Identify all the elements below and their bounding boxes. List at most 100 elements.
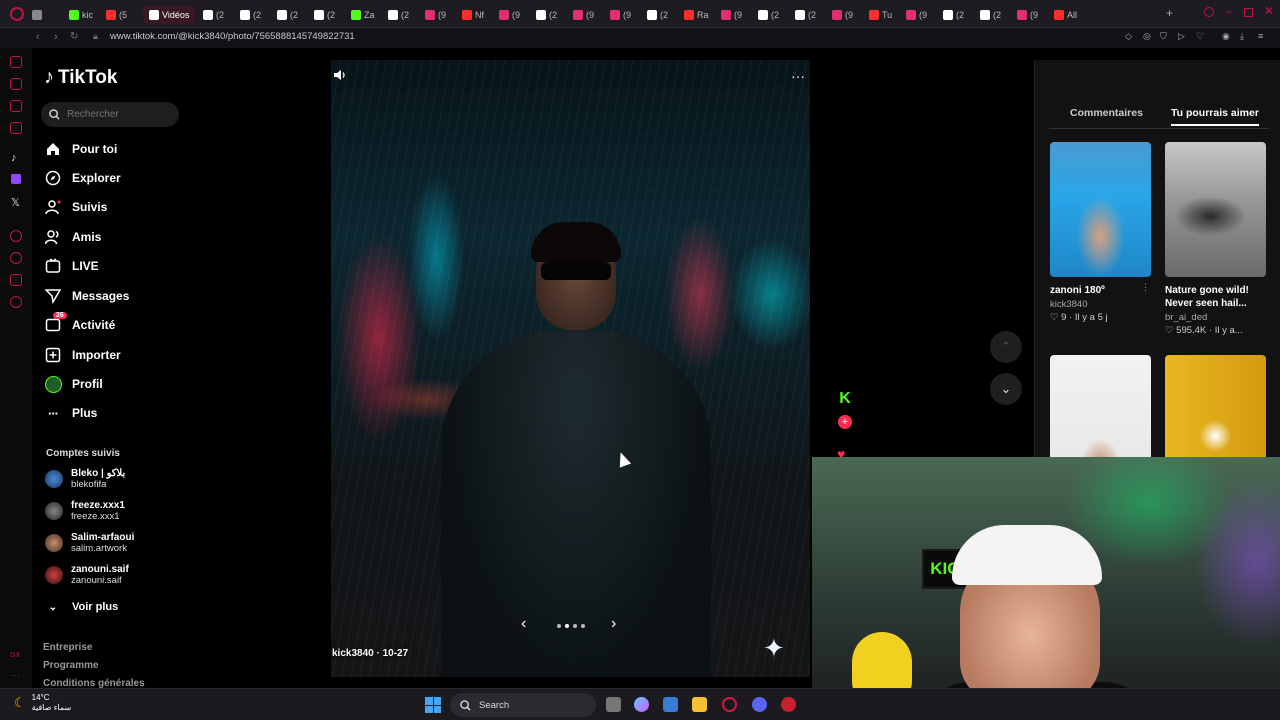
gx-icon[interactable]: GX — [10, 652, 20, 659]
next-slide-icon[interactable]: › — [611, 615, 616, 633]
windows-start-icon[interactable] — [425, 697, 441, 713]
card-thumbnail[interactable] — [1050, 142, 1151, 277]
photo-caption[interactable]: kick3840 · 10-27 — [332, 648, 408, 659]
weather-widget[interactable]: ☾ 14°C سماء صافية — [14, 693, 71, 713]
nav-profil[interactable]: Profil — [44, 373, 103, 395]
browser-tab[interactable]: (9 — [906, 6, 927, 24]
tiktok-logo[interactable]: ♪ TikTok — [44, 66, 117, 89]
carousel-dot[interactable] — [565, 624, 569, 628]
x-icon[interactable]: 𝕏 — [11, 196, 20, 209]
browser-tab[interactable]: (9 — [573, 6, 594, 24]
recommended-card[interactable]: Nature gone wild! Never seen hail... br_… — [1165, 142, 1266, 336]
browser-tab[interactable]: (9 — [499, 6, 520, 24]
nav-activite[interactable]: 26 Activité — [44, 312, 115, 336]
bookmark-icon[interactable]: ◇ — [1125, 31, 1132, 42]
twitch-icon[interactable] — [11, 174, 21, 184]
opera-gx-taskbar-icon[interactable] — [722, 697, 737, 712]
menu-icon[interactable]: ≡ — [1258, 31, 1263, 41]
browser-tab[interactable]: (5 — [106, 6, 127, 24]
camera-icon[interactable]: ◎ — [1143, 31, 1151, 42]
browser-tab[interactable] — [32, 6, 45, 24]
browser-tab[interactable]: (9 — [1017, 6, 1038, 24]
browser-tab[interactable]: (2 — [536, 6, 557, 24]
card-thumbnail[interactable] — [1165, 142, 1266, 277]
nav-explorer[interactable]: Explorer — [44, 167, 121, 189]
profile-icon[interactable]: ◉ — [1222, 31, 1230, 42]
nav-importer[interactable]: Importer — [44, 344, 121, 366]
browser-tab[interactable]: kic — [69, 6, 93, 24]
play-icon[interactable]: ▷ — [1178, 31, 1185, 42]
nav-amis[interactable]: Amis — [44, 226, 101, 248]
browser-tab[interactable]: (2 — [277, 6, 298, 24]
nav-messages[interactable]: Messages — [44, 285, 129, 307]
download-icon[interactable]: ⤓ — [1240, 31, 1244, 42]
see-more-button[interactable]: ⌄ Voir plus — [44, 596, 118, 618]
follow-plus-icon[interactable]: + — [838, 415, 852, 429]
heart-icon[interactable]: ♡ — [1196, 31, 1204, 42]
browser-tab[interactable]: (9 — [721, 6, 742, 24]
card-more-icon[interactable]: ⋮ — [1141, 282, 1150, 293]
app-icon[interactable] — [781, 697, 796, 712]
browser-tab[interactable]: (2 — [795, 6, 816, 24]
opera-logo-icon[interactable] — [10, 7, 24, 21]
file-explorer-icon[interactable] — [692, 697, 707, 712]
reload-icon[interactable]: ↻ — [70, 31, 78, 42]
chevron-up-icon[interactable]: ⌃ — [990, 331, 1022, 363]
back-icon[interactable]: ‹ — [36, 31, 40, 43]
browser-tab[interactable]: (2 — [943, 6, 964, 24]
following-account[interactable]: freeze.xxx1 freeze.xxx1 — [45, 500, 125, 522]
new-tab-icon[interactable]: + — [1166, 6, 1173, 20]
browser-tab[interactable]: (2 — [388, 6, 409, 24]
search-tabs-icon[interactable] — [1204, 7, 1214, 17]
history-icon[interactable] — [10, 252, 22, 264]
discord-icon[interactable] — [752, 697, 767, 712]
task-view-icon[interactable] — [606, 697, 621, 712]
photo-viewer[interactable]: ··· ‹ › kick3840 · 10-27 ✦ — [331, 60, 810, 677]
browser-tab[interactable]: (9 — [425, 6, 446, 24]
footer-link-programme[interactable]: Programme — [43, 660, 99, 671]
maximize-icon[interactable] — [1244, 8, 1253, 17]
taskbar-search[interactable]: Search — [450, 693, 596, 717]
opera-ai-icon[interactable] — [10, 56, 22, 68]
recommended-card[interactable]: zanoni 180º kick3840 ♡ 9 · Il y a 5 j — [1050, 142, 1151, 323]
browser-tab[interactable]: (2 — [203, 6, 224, 24]
tiktok-sidebar-icon[interactable]: ♪ — [11, 152, 17, 164]
browser-tab[interactable]: (2 — [647, 6, 668, 24]
store-icon[interactable] — [663, 697, 678, 712]
following-account[interactable]: Salim-arfaoui salim.artwork — [45, 532, 134, 554]
following-account[interactable]: Bleko | بلاكو blekofifa — [45, 468, 125, 490]
telegram-icon[interactable] — [10, 122, 22, 134]
nav-live[interactable]: LIVE — [44, 255, 99, 277]
more-dots-icon[interactable]: ··· — [11, 670, 20, 680]
nav-suivis[interactable]: Suivis — [44, 196, 107, 218]
shield-icon[interactable]: ⛉ — [1160, 31, 1167, 42]
browser-tab[interactable]: (2 — [314, 6, 335, 24]
browser-tab[interactable]: (2 — [758, 6, 779, 24]
nav-pour-toi[interactable]: Pour toi — [44, 138, 117, 160]
shopping-icon[interactable] — [10, 78, 22, 90]
minimize-icon[interactable]: – — [1226, 4, 1233, 18]
messenger-icon[interactable] — [10, 100, 22, 112]
volume-icon[interactable] — [333, 68, 347, 85]
chevron-down-icon[interactable]: ⌄ — [990, 373, 1022, 405]
following-account[interactable]: zanouni.saif zanouni.saif — [45, 564, 129, 586]
tab-commentaires[interactable]: Commentaires — [1070, 107, 1143, 119]
browser-tab[interactable]: (2 — [980, 6, 1001, 24]
copilot-icon[interactable] — [634, 697, 649, 712]
browser-tab[interactable]: All — [1054, 6, 1077, 24]
nav-plus[interactable]: ··· Plus — [44, 402, 97, 424]
browser-tab[interactable]: (9 — [832, 6, 853, 24]
close-icon[interactable]: ✕ — [1264, 4, 1274, 18]
browser-tab[interactable]: (9 — [610, 6, 631, 24]
footer-link-entreprise[interactable]: Entreprise — [43, 642, 92, 653]
more-options-icon[interactable]: ··· — [791, 68, 805, 84]
browser-tab[interactable]: Tu — [869, 6, 892, 24]
browser-tab[interactable]: Nf — [462, 6, 484, 24]
carousel-dot[interactable] — [557, 624, 561, 628]
tab-tu-pourrais-aimer[interactable]: Tu pourrais aimer — [1171, 107, 1259, 126]
search-box[interactable] — [41, 102, 179, 127]
carousel-dot[interactable] — [573, 624, 577, 628]
browser-tab[interactable]: (2 — [240, 6, 261, 24]
forward-icon[interactable]: › — [54, 31, 58, 43]
browser-tab[interactable]: Za — [351, 6, 375, 24]
